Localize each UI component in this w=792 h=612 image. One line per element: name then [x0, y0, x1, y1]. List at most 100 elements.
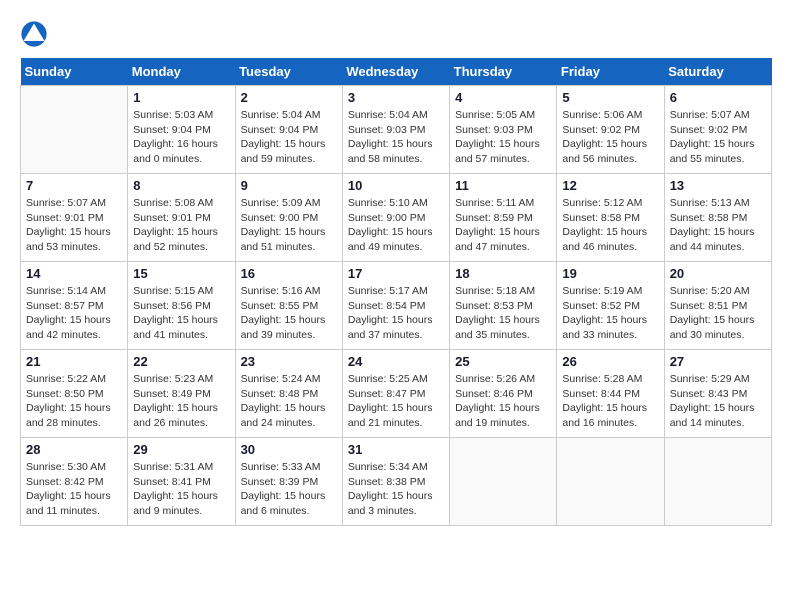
- day-number: 21: [26, 354, 122, 369]
- day-cell: 5 Sunrise: 5:06 AMSunset: 9:02 PMDaylight…: [557, 86, 664, 174]
- day-cell: 19Sunrise: 5:19 AMSunset: 8:52 PMDayligh…: [557, 262, 664, 350]
- day-number: 16: [241, 266, 337, 281]
- day-number: 11: [455, 178, 551, 193]
- day-header-friday: Friday: [557, 58, 664, 86]
- day-cell: 16Sunrise: 5:16 AMSunset: 8:55 PMDayligh…: [235, 262, 342, 350]
- day-header-monday: Monday: [128, 58, 235, 86]
- week-row-5: 28 Sunrise: 5:30 AMSunset: 8:42 PMDayligh…: [21, 438, 772, 526]
- day-number: 27: [670, 354, 766, 369]
- day-number: 18: [455, 266, 551, 281]
- day-info: Sunrise: 5:10 AMSunset: 9:00 PMDaylight:…: [348, 196, 444, 255]
- day-info: Sunrise: 5:34 AMSunset: 8:38 PMDaylight:…: [348, 460, 444, 519]
- day-number: 13: [670, 178, 766, 193]
- day-cell: 2 Sunrise: 5:04 AMSunset: 9:04 PMDaylight…: [235, 86, 342, 174]
- page-header: [20, 20, 772, 48]
- day-cell: 1Sunrise: 5:03 AMSunset: 9:04 PMDaylight…: [128, 86, 235, 174]
- day-cell: 28 Sunrise: 5:30 AMSunset: 8:42 PMDayligh…: [21, 438, 128, 526]
- day-info: Sunrise: 5:15 AMSunset: 8:56 PMDaylight:…: [133, 284, 229, 343]
- day-cell: 24 Sunrise: 5:25 AMSunset: 8:47 PMDayligh…: [342, 350, 449, 438]
- day-header-sunday: Sunday: [21, 58, 128, 86]
- day-info: Sunrise: 5:24 AMSunset: 8:48 PMDaylight:…: [241, 372, 337, 431]
- day-info: Sunrise: 5:19 AMSunset: 8:52 PMDaylight:…: [562, 284, 658, 343]
- calendar-table: SundayMondayTuesdayWednesdayThursdayFrid…: [20, 58, 772, 526]
- day-header-wednesday: Wednesday: [342, 58, 449, 86]
- day-cell: 13 Sunrise: 5:13 AMSunset: 8:58 PMDayligh…: [664, 174, 771, 262]
- day-cell: [557, 438, 664, 526]
- day-info: Sunrise: 5:33 AMSunset: 8:39 PMDaylight:…: [241, 460, 337, 519]
- week-row-2: 7 Sunrise: 5:07 AMSunset: 9:01 PMDaylight…: [21, 174, 772, 262]
- day-number: 30: [241, 442, 337, 457]
- day-info: Sunrise: 5:09 AMSunset: 9:00 PMDaylight:…: [241, 196, 337, 255]
- day-cell: [664, 438, 771, 526]
- week-row-4: 21Sunrise: 5:22 AMSunset: 8:50 PMDayligh…: [21, 350, 772, 438]
- day-number: 9: [241, 178, 337, 193]
- day-info: Sunrise: 5:08 AMSunset: 9:01 PMDaylight:…: [133, 196, 229, 255]
- day-number: 2: [241, 90, 337, 105]
- day-info: Sunrise: 5:25 AMSunset: 8:47 PMDaylight:…: [348, 372, 444, 431]
- day-info: Sunrise: 5:03 AMSunset: 9:04 PMDaylight:…: [133, 108, 229, 167]
- day-cell: 21Sunrise: 5:22 AMSunset: 8:50 PMDayligh…: [21, 350, 128, 438]
- day-cell: 7 Sunrise: 5:07 AMSunset: 9:01 PMDaylight…: [21, 174, 128, 262]
- day-info: Sunrise: 5:12 AMSunset: 8:58 PMDaylight:…: [562, 196, 658, 255]
- day-info: Sunrise: 5:05 AMSunset: 9:03 PMDaylight:…: [455, 108, 551, 167]
- week-row-3: 14Sunrise: 5:14 AMSunset: 8:57 PMDayligh…: [21, 262, 772, 350]
- week-row-1: 1Sunrise: 5:03 AMSunset: 9:04 PMDaylight…: [21, 86, 772, 174]
- day-cell: [21, 86, 128, 174]
- day-number: 28: [26, 442, 122, 457]
- day-cell: 27 Sunrise: 5:29 AMSunset: 8:43 PMDayligh…: [664, 350, 771, 438]
- day-cell: 14Sunrise: 5:14 AMSunset: 8:57 PMDayligh…: [21, 262, 128, 350]
- day-number: 23: [241, 354, 337, 369]
- day-number: 31: [348, 442, 444, 457]
- day-cell: 18 Sunrise: 5:18 AMSunset: 8:53 PMDayligh…: [450, 262, 557, 350]
- day-info: Sunrise: 5:11 AMSunset: 8:59 PMDaylight:…: [455, 196, 551, 255]
- day-info: Sunrise: 5:18 AMSunset: 8:53 PMDaylight:…: [455, 284, 551, 343]
- day-info: Sunrise: 5:04 AMSunset: 9:03 PMDaylight:…: [348, 108, 444, 167]
- day-cell: 3 Sunrise: 5:04 AMSunset: 9:03 PMDaylight…: [342, 86, 449, 174]
- day-info: Sunrise: 5:23 AMSunset: 8:49 PMDaylight:…: [133, 372, 229, 431]
- day-number: 4: [455, 90, 551, 105]
- day-number: 7: [26, 178, 122, 193]
- day-info: Sunrise: 5:28 AMSunset: 8:44 PMDaylight:…: [562, 372, 658, 431]
- day-cell: 9 Sunrise: 5:09 AMSunset: 9:00 PMDaylight…: [235, 174, 342, 262]
- day-info: Sunrise: 5:31 AMSunset: 8:41 PMDaylight:…: [133, 460, 229, 519]
- day-number: 12: [562, 178, 658, 193]
- day-number: 29: [133, 442, 229, 457]
- day-header-saturday: Saturday: [664, 58, 771, 86]
- day-cell: 30 Sunrise: 5:33 AMSunset: 8:39 PMDayligh…: [235, 438, 342, 526]
- day-cell: 15Sunrise: 5:15 AMSunset: 8:56 PMDayligh…: [128, 262, 235, 350]
- day-number: 5: [562, 90, 658, 105]
- header-row: SundayMondayTuesdayWednesdayThursdayFrid…: [21, 58, 772, 86]
- day-number: 8: [133, 178, 229, 193]
- logo-icon: [20, 20, 48, 48]
- day-number: 14: [26, 266, 122, 281]
- day-cell: [450, 438, 557, 526]
- day-number: 25: [455, 354, 551, 369]
- day-cell: 20 Sunrise: 5:20 AMSunset: 8:51 PMDayligh…: [664, 262, 771, 350]
- day-number: 24: [348, 354, 444, 369]
- day-cell: 25 Sunrise: 5:26 AMSunset: 8:46 PMDayligh…: [450, 350, 557, 438]
- day-number: 26: [562, 354, 658, 369]
- day-cell: 22 Sunrise: 5:23 AMSunset: 8:49 PMDayligh…: [128, 350, 235, 438]
- day-number: 20: [670, 266, 766, 281]
- day-cell: 26 Sunrise: 5:28 AMSunset: 8:44 PMDayligh…: [557, 350, 664, 438]
- day-number: 10: [348, 178, 444, 193]
- day-info: Sunrise: 5:20 AMSunset: 8:51 PMDaylight:…: [670, 284, 766, 343]
- day-number: 17: [348, 266, 444, 281]
- day-number: 3: [348, 90, 444, 105]
- day-info: Sunrise: 5:26 AMSunset: 8:46 PMDaylight:…: [455, 372, 551, 431]
- day-cell: 29 Sunrise: 5:31 AMSunset: 8:41 PMDayligh…: [128, 438, 235, 526]
- day-cell: 8 Sunrise: 5:08 AMSunset: 9:01 PMDaylight…: [128, 174, 235, 262]
- day-cell: 23 Sunrise: 5:24 AMSunset: 8:48 PMDayligh…: [235, 350, 342, 438]
- day-info: Sunrise: 5:04 AMSunset: 9:04 PMDaylight:…: [241, 108, 337, 167]
- day-number: 6: [670, 90, 766, 105]
- day-header-thursday: Thursday: [450, 58, 557, 86]
- day-cell: 17Sunrise: 5:17 AMSunset: 8:54 PMDayligh…: [342, 262, 449, 350]
- day-info: Sunrise: 5:06 AMSunset: 9:02 PMDaylight:…: [562, 108, 658, 167]
- day-number: 22: [133, 354, 229, 369]
- day-info: Sunrise: 5:30 AMSunset: 8:42 PMDaylight:…: [26, 460, 122, 519]
- day-info: Sunrise: 5:07 AMSunset: 9:01 PMDaylight:…: [26, 196, 122, 255]
- day-cell: 12 Sunrise: 5:12 AMSunset: 8:58 PMDayligh…: [557, 174, 664, 262]
- day-cell: 31 Sunrise: 5:34 AMSunset: 8:38 PMDayligh…: [342, 438, 449, 526]
- day-info: Sunrise: 5:13 AMSunset: 8:58 PMDaylight:…: [670, 196, 766, 255]
- day-info: Sunrise: 5:29 AMSunset: 8:43 PMDaylight:…: [670, 372, 766, 431]
